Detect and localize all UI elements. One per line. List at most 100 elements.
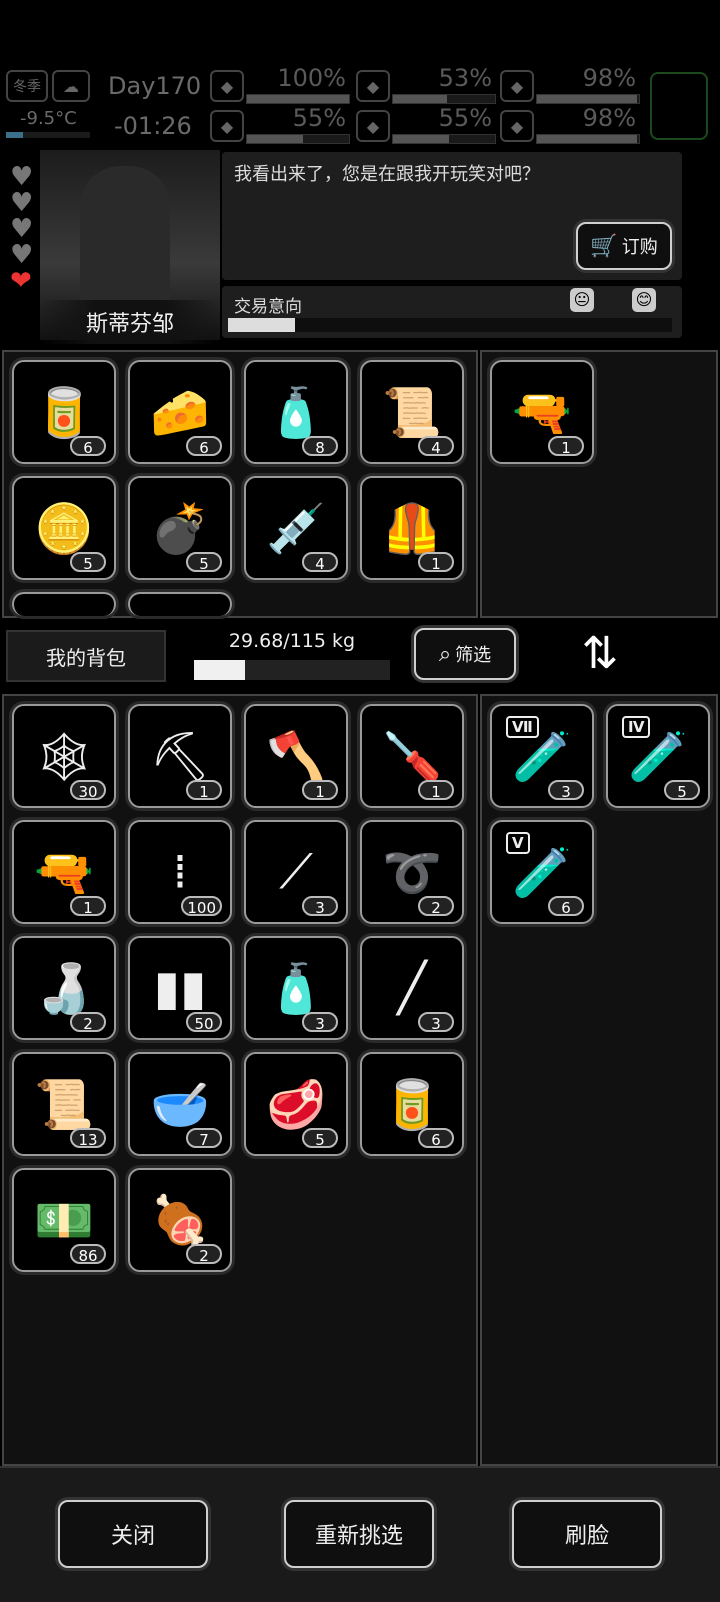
item-slot-partial[interactable] xyxy=(128,592,232,616)
item-count: 100 xyxy=(181,896,222,917)
item-slot[interactable]: 🧪 Ⅳ 5 xyxy=(606,704,710,808)
health-icon: ◆ xyxy=(210,70,244,102)
backpack-tab[interactable]: 我的背包 xyxy=(6,630,166,682)
flask-icon: ◆ xyxy=(210,110,244,142)
trade-intent-label: 交易意向 xyxy=(234,297,302,317)
heart-status-icon: ◆ xyxy=(500,110,534,142)
minimap-frame[interactable] xyxy=(650,72,708,140)
npc-figure-icon xyxy=(80,166,170,316)
my-inventory-panel[interactable]: 🕸 30 ⛏ 1 🪓 1 🪛 1 🔫 1 ⁞ 100 ⟋ 3 ➰ 2 🍶 2 ▮▮ 50 🧴 3 ╱ 3 📜 13 🥣 7 🥩 5 🥫 6 💵 8… xyxy=(2,694,478,1466)
item-slot[interactable]: 🥣 7 xyxy=(128,1052,232,1156)
item-slot[interactable]: 📜 4 xyxy=(360,360,464,464)
item-slot[interactable]: 🪙 5 xyxy=(12,476,116,580)
weight-label: 29.68/115 kg xyxy=(228,630,356,652)
filter-label: 筛选 xyxy=(455,645,492,666)
item-slot[interactable]: ▮▮ 50 xyxy=(128,936,232,1040)
face-button[interactable]: 刷脸 xyxy=(512,1500,662,1568)
weight-bar xyxy=(194,660,390,680)
order-button[interactable]: 🛒 订购 xyxy=(576,222,672,270)
season-badge: 冬季 xyxy=(6,70,48,102)
tier-badge: Ⅴ xyxy=(506,832,530,854)
npc-name: 斯蒂芬邹 xyxy=(85,312,174,337)
item-slot[interactable]: 🧀 6 xyxy=(128,360,232,464)
temperature-bar xyxy=(6,132,90,138)
item-count: 7 xyxy=(186,1128,222,1149)
weather-cloud-icon: ☁ xyxy=(52,70,90,102)
item-slot[interactable]: ⟋ 3 xyxy=(244,820,348,924)
neutral-face-icon: 😐 xyxy=(570,288,594,312)
item-slot-partial[interactable] xyxy=(12,592,116,616)
item-slot[interactable]: 🔫 1 xyxy=(12,820,116,924)
dialog-text: 我看出来了，您是在跟我开玩笑对吧？ xyxy=(234,164,540,185)
item-slot[interactable]: ╱ 3 xyxy=(360,936,464,1040)
reselect-button-label: 重新挑选 xyxy=(314,1524,403,1549)
item-count: 5 xyxy=(664,780,700,801)
item-slot[interactable]: 🍶 2 xyxy=(12,936,116,1040)
item-slot[interactable]: 🍖 2 xyxy=(128,1168,232,1272)
item-count: 2 xyxy=(70,1012,106,1033)
item-count: 4 xyxy=(418,436,454,457)
tier-badge: Ⅶ xyxy=(506,716,539,738)
item-count: 4 xyxy=(302,552,338,573)
item-count: 6 xyxy=(186,436,222,457)
item-slot[interactable]: 🥫 6 xyxy=(12,360,116,464)
item-count: 1 xyxy=(548,436,584,457)
day-label: Day170 xyxy=(108,72,202,100)
cart-icon: 🛒 xyxy=(590,233,618,259)
heart-empty-icon: ♥ xyxy=(10,162,34,192)
status-bar: 冬季 ☁ -9.5°C Day170 -01:26 ◆ 100% ◆ 53% ◆ 98% ◆… xyxy=(0,64,720,144)
item-count: 1 xyxy=(70,896,106,917)
item-slot[interactable]: 🪓 1 xyxy=(244,704,348,808)
heart-filled-icon: ❤ xyxy=(10,266,32,296)
water-drop-icon: ◆ xyxy=(356,110,390,142)
item-slot[interactable]: 💉 4 xyxy=(244,476,348,580)
item-count: 3 xyxy=(418,1012,454,1033)
item-count: 1 xyxy=(302,780,338,801)
stat-value: 98% xyxy=(582,104,636,132)
item-slot[interactable]: 📜 13 xyxy=(12,1052,116,1156)
trader-offer-panel[interactable]: 🔫 1 xyxy=(480,350,718,618)
item-slot[interactable]: 💣 5 xyxy=(128,476,232,580)
item-count: 3 xyxy=(302,1012,338,1033)
backpack-label: 我的背包 xyxy=(46,645,126,670)
order-button-label: 订购 xyxy=(621,237,658,258)
item-slot[interactable]: 🔫 1 xyxy=(490,360,594,464)
season-label: 冬季 xyxy=(13,79,41,95)
item-count: 3 xyxy=(302,896,338,917)
item-slot[interactable]: 🧪 Ⅶ 3 xyxy=(490,704,594,808)
face-button-label: 刷脸 xyxy=(564,1524,609,1549)
item-slot[interactable]: 🧴 8 xyxy=(244,360,348,464)
affection-hearts: ♥ ♥ ♥ ♥ ❤ xyxy=(10,164,40,294)
magnifier-icon: ⌕ xyxy=(438,641,452,667)
item-slot[interactable]: ➰ 2 xyxy=(360,820,464,924)
item-slot[interactable]: 🥫 6 xyxy=(360,1052,464,1156)
item-slot[interactable]: 🥩 5 xyxy=(244,1052,348,1156)
my-offer-panel[interactable]: 🧪 Ⅶ 3 🧪 Ⅳ 5 🧪 Ⅴ 6 xyxy=(480,694,718,1466)
stat-bar xyxy=(246,94,350,104)
item-slot[interactable]: 🦺 1 xyxy=(360,476,464,580)
item-slot[interactable]: 🧴 3 xyxy=(244,936,348,1040)
filter-button[interactable]: ⌕ 筛选 xyxy=(414,628,516,680)
time-label: -01:26 xyxy=(114,112,192,140)
item-slot[interactable]: ⁞ 100 xyxy=(128,820,232,924)
backpack-header: 我的背包 29.68/115 kg ⌕ 筛选 ⇅ xyxy=(0,620,720,690)
trade-intent-bar xyxy=(228,318,672,332)
trader-inventory-panel[interactable]: 🥫 6 🧀 6 🧴 8 📜 4 🪙 5 💣 5 💉 4 🦺 1 xyxy=(2,350,478,618)
item-slot[interactable]: 🪛 1 xyxy=(360,704,464,808)
stat-value: 53% xyxy=(438,64,492,92)
item-slot[interactable]: 🧪 Ⅴ 6 xyxy=(490,820,594,924)
dialog-box: 我看出来了，您是在跟我开玩笑对吧？ 🛒 订购 xyxy=(222,152,682,280)
close-button-label: 关闭 xyxy=(110,1524,155,1549)
item-count: 5 xyxy=(186,552,222,573)
item-slot[interactable]: 💵 86 xyxy=(12,1168,116,1272)
reselect-button[interactable]: 重新挑选 xyxy=(284,1500,434,1568)
close-button[interactable]: 关闭 xyxy=(58,1500,208,1568)
stat-bar xyxy=(392,134,496,144)
tier-badge: Ⅳ xyxy=(622,716,651,738)
item-slot[interactable]: ⛏ 1 xyxy=(128,704,232,808)
item-count: 86 xyxy=(70,1244,106,1265)
item-slot[interactable]: 🕸 30 xyxy=(12,704,116,808)
backpack-status-icon: ◆ xyxy=(500,70,534,102)
stat-value: 98% xyxy=(582,64,636,92)
swap-arrows-icon[interactable]: ⇅ xyxy=(574,624,626,684)
